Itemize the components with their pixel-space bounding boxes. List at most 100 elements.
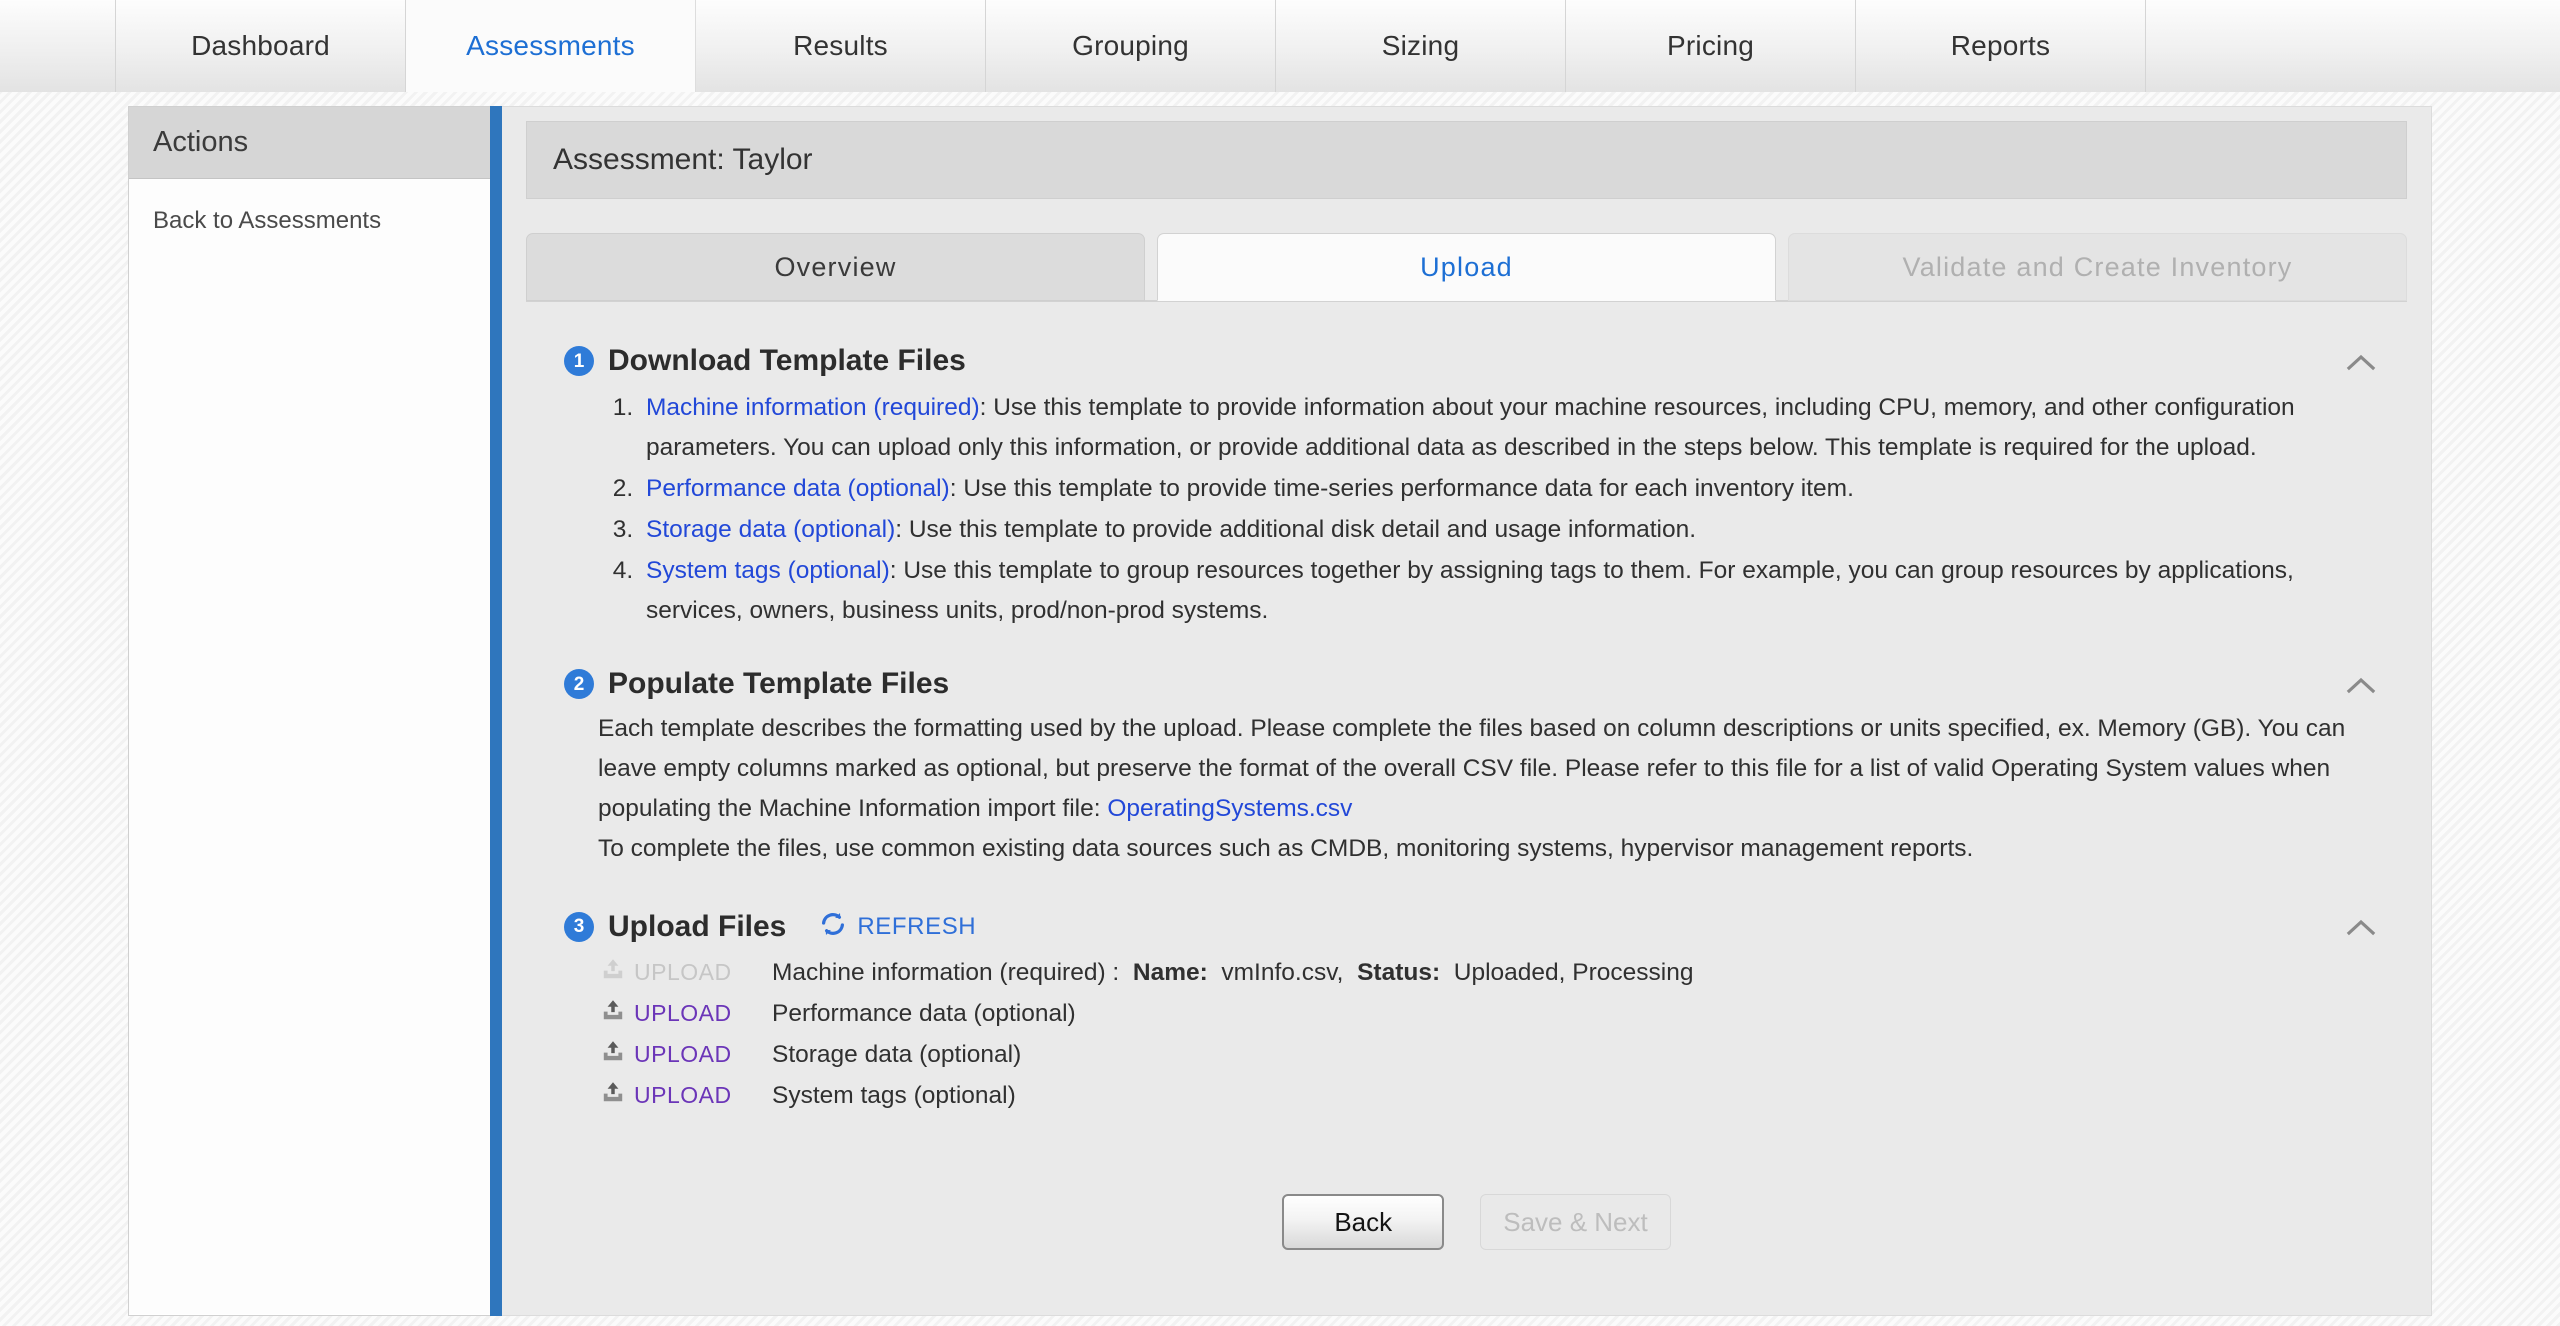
upload-row-name: Performance data (optional)	[772, 999, 1076, 1027]
wizard-tabs: Overview Upload Validate and Create Inve…	[526, 233, 2407, 301]
nav-tab-label: Grouping	[1072, 30, 1189, 61]
assessment-title-label: Assessment: Taylor	[553, 143, 813, 176]
upload-label: UPLOAD	[634, 1082, 732, 1108]
sidebar-header-label: Actions	[153, 126, 249, 158]
sidebar-body: Back to Assessments	[129, 179, 494, 1314]
main-panel: Assessment: Taylor Overview Upload Valid…	[502, 106, 2432, 1316]
nav-tab-dashboard[interactable]: Dashboard	[116, 0, 406, 92]
sidebar-header: Actions	[129, 107, 494, 179]
section3-title: Upload Files	[608, 909, 787, 943]
list-item: Storage data (optional): Use this templa…	[640, 510, 2389, 550]
section2-header: 2 Populate Template Files	[564, 667, 2389, 701]
section-download-template-files: 1 Download Template Files Machine inform…	[564, 344, 2389, 631]
list-item: Machine information (required): Use this…	[640, 388, 2389, 468]
upload-button-machine-information: UPLOAD	[600, 956, 772, 989]
sidebar-accent-bar	[490, 106, 502, 1316]
save-and-next-label: Save & Next	[1503, 1206, 1648, 1237]
upload-row-performance-data: UPLOAD Performance data (optional)	[600, 993, 2389, 1034]
section1-header: 1 Download Template Files	[564, 344, 2389, 378]
app-shell: Actions Back to Assessments Assessment: …	[0, 92, 2560, 1326]
upload-row-text: Machine information (required) : Name: v…	[772, 959, 1693, 987]
refresh-icon	[818, 909, 848, 944]
upload-label: UPLOAD	[634, 959, 732, 985]
upload-row-system-tags: UPLOAD System tags (optional)	[600, 1075, 2389, 1116]
step-badge-2: 2	[564, 669, 594, 699]
nav-tab-assessments[interactable]: Assessments	[406, 0, 696, 92]
nav-tab-label: Pricing	[1667, 30, 1754, 61]
upload-button-storage-data[interactable]: UPLOAD	[600, 1038, 772, 1071]
back-button[interactable]: Back	[1282, 1194, 1445, 1250]
nav-tab-label: Reports	[1950, 30, 2051, 61]
wizard-footer: Back Save & Next	[564, 1194, 2389, 1250]
upload-label: UPLOAD	[634, 1041, 732, 1067]
chevron-up-icon[interactable]	[2341, 348, 2381, 378]
upload-row-name: Machine information (required) :	[772, 958, 1120, 986]
section2-paragraph-2: To complete the files, use common existi…	[598, 835, 1974, 862]
upload-file-rows: UPLOAD Machine information (required) : …	[600, 952, 2389, 1116]
link-machine-information[interactable]: Machine information (required)	[646, 394, 980, 421]
template-files-list: Machine information (required) : Use this…	[564, 388, 2389, 631]
section-upload-files: 3 Upload Files REFRESH UPLOAD Machine in…	[564, 909, 2389, 1116]
tab-validate-label: Validate and Create Inventory	[1902, 251, 2293, 282]
nav-right-spacer	[2146, 0, 2560, 92]
upload-icon	[600, 1038, 626, 1071]
section2-title: Populate Template Files	[608, 667, 950, 700]
back-button-label: Back	[1334, 1206, 1393, 1237]
step-badge-1: 1	[564, 346, 594, 376]
section1-title: Download Template Files	[608, 344, 966, 377]
list-item-text: : Use this template to provide additiona…	[895, 516, 1697, 543]
tab-overview[interactable]: Overview	[526, 233, 1145, 301]
upload-row-name: System tags (optional)	[772, 1081, 1016, 1109]
name-label: Name:	[1132, 958, 1208, 986]
nav-tab-label: Results	[793, 30, 888, 61]
upload-button-system-tags[interactable]: UPLOAD	[600, 1079, 772, 1112]
chevron-up-icon[interactable]	[2341, 671, 2381, 701]
tab-validate-and-create-inventory: Validate and Create Inventory	[1788, 233, 2407, 301]
section2-paragraph-1: Each template describes the formatting u…	[598, 709, 2378, 829]
name-value: vmInfo.csv,	[1221, 958, 1344, 986]
link-performance-data[interactable]: Performance data (optional)	[646, 475, 950, 502]
upload-icon	[600, 997, 626, 1030]
step-number: 2	[573, 673, 585, 695]
step-number: 1	[573, 350, 585, 372]
section2-paragraph-1-text: Each template describes the formatting u…	[598, 715, 2346, 822]
upload-row-storage-data: UPLOAD Storage data (optional)	[600, 1034, 2389, 1075]
upload-icon	[600, 1079, 626, 1112]
nav-tab-label: Dashboard	[191, 30, 330, 61]
nav-tab-grouping[interactable]: Grouping	[986, 0, 1276, 92]
actions-sidebar: Actions Back to Assessments	[128, 106, 494, 1316]
chevron-up-icon[interactable]	[2341, 913, 2381, 943]
save-and-next-button: Save & Next	[1480, 1194, 1671, 1250]
nav-tab-pricing[interactable]: Pricing	[1566, 0, 1856, 92]
list-item: Performance data (optional): Use this te…	[640, 469, 2389, 509]
sidebar-item-back-to-assessments[interactable]: Back to Assessments	[129, 203, 494, 239]
primary-navigation: Dashboard Assessments Results Grouping S…	[0, 0, 2560, 92]
list-item: System tags (optional): Use this templat…	[640, 551, 2389, 631]
nav-tab-sizing[interactable]: Sizing	[1276, 0, 1566, 92]
upload-button-performance-data[interactable]: UPLOAD	[600, 997, 772, 1030]
link-storage-data[interactable]: Storage data (optional)	[646, 516, 895, 543]
sidebar-item-label: Back to Assessments	[153, 207, 382, 234]
refresh-button[interactable]: REFRESH	[818, 909, 976, 944]
nav-tab-reports[interactable]: Reports	[1856, 0, 2146, 92]
section2-body: Each template describes the formatting u…	[598, 709, 2378, 869]
refresh-label: REFRESH	[857, 912, 977, 940]
upload-row-machine-information: UPLOAD Machine information (required) : …	[600, 952, 2389, 993]
status-value: Uploaded, Processing	[1453, 958, 1694, 986]
tab-overview-label: Overview	[774, 251, 897, 282]
section3-header: 3 Upload Files REFRESH	[564, 909, 2389, 944]
upload-icon	[600, 956, 626, 989]
status-label: Status:	[1357, 958, 1441, 986]
tab-upload[interactable]: Upload	[1157, 233, 1776, 301]
upload-content: 1 Download Template Files Machine inform…	[526, 302, 2407, 1250]
link-operating-systems-csv[interactable]: OperatingSystems.csv	[1107, 795, 1352, 822]
section-populate-template-files: 2 Populate Template Files Each template …	[564, 667, 2389, 869]
upload-row-name: Storage data (optional)	[772, 1040, 1022, 1068]
nav-tab-results[interactable]: Results	[696, 0, 986, 92]
link-system-tags[interactable]: System tags (optional)	[646, 557, 890, 584]
nav-left-spacer	[0, 0, 116, 92]
upload-label: UPLOAD	[634, 1000, 732, 1026]
nav-tab-label: Sizing	[1381, 30, 1460, 61]
step-badge-3: 3	[564, 911, 594, 942]
tab-upload-label: Upload	[1420, 251, 1513, 282]
